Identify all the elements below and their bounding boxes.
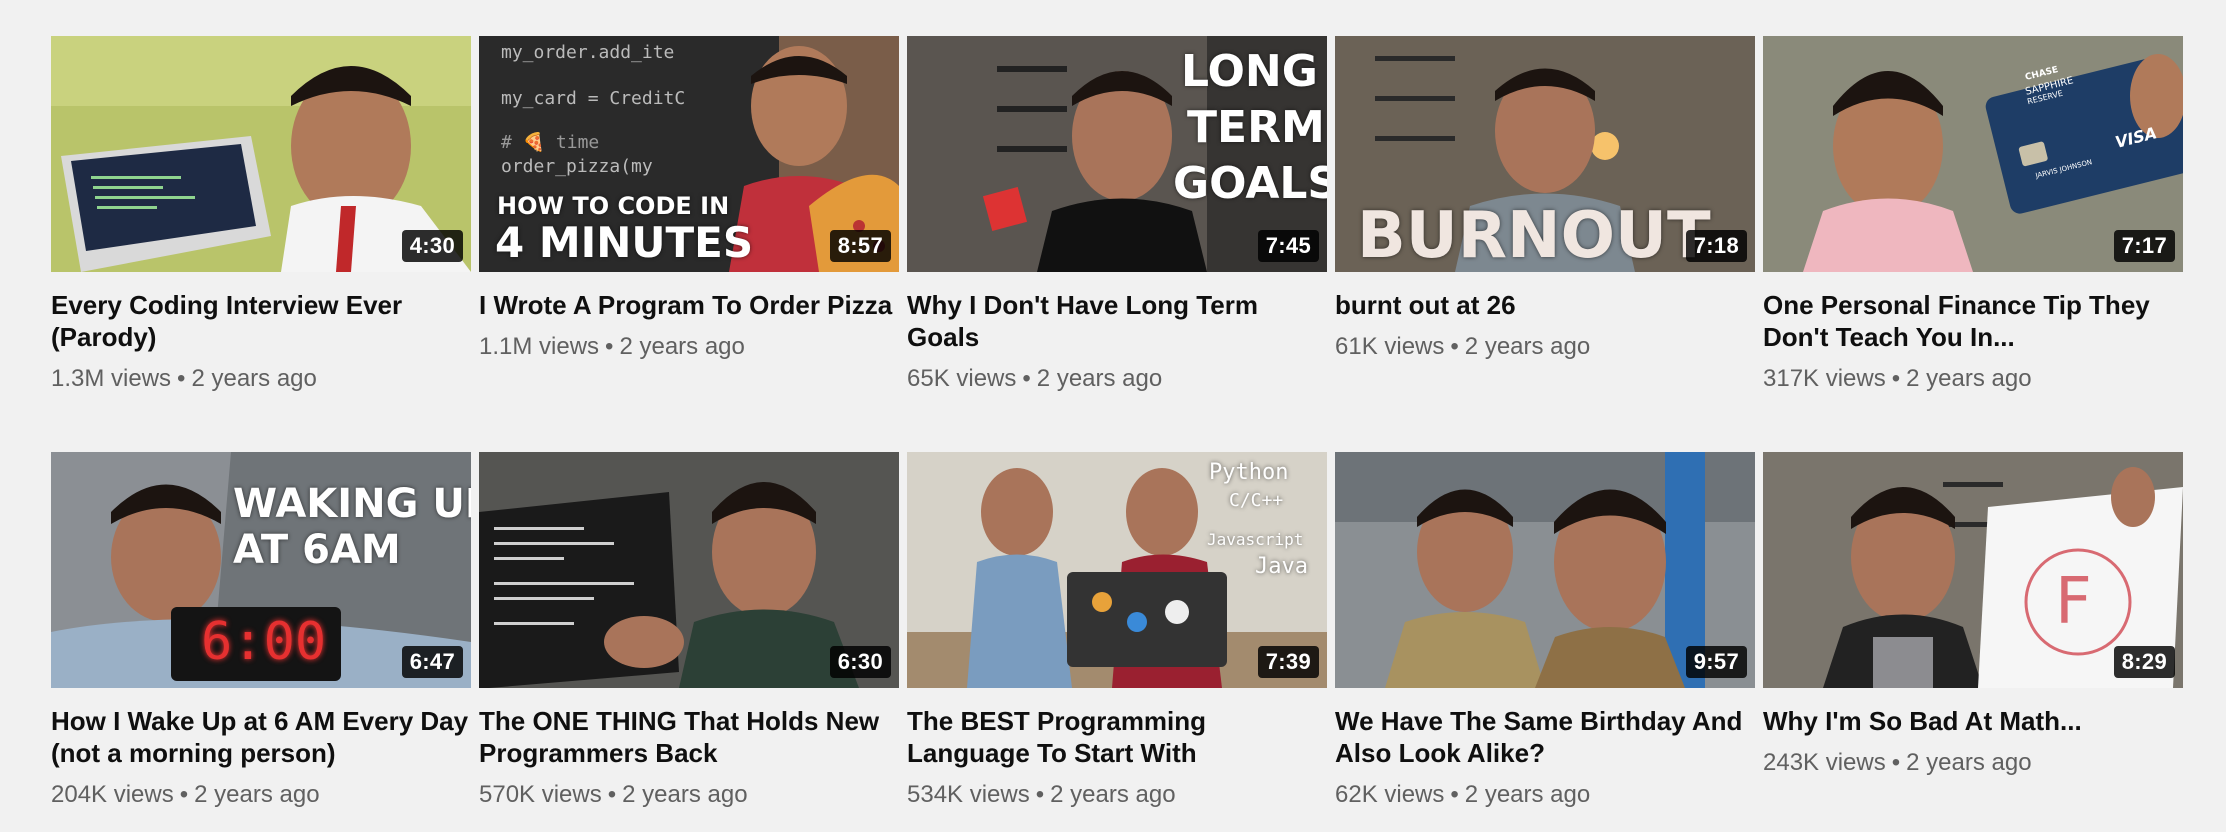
meta-separator: • [1891,365,1901,392]
video-meta: 61K views • 2 years ago [1335,333,1755,361]
view-count: 1.1M views [479,333,600,360]
video-thumbnail[interactable]: BURNOUT 7:18 [1335,36,1755,272]
video-duration: 7:17 [2113,230,2175,262]
upload-age: 2 years ago [194,781,320,808]
overlay-language: Python [1209,460,1289,485]
overlay-code-line: order_pizza(my [501,156,653,177]
overlay-headline: HOW TO CODE IN [497,192,730,220]
video-title[interactable]: I Wrote A Program To Order Pizza [479,289,899,321]
overlay-code-line: my_order.add_ite [501,42,675,63]
video-meta: 65K views • 2 years ago [907,365,1327,393]
video-title[interactable]: The ONE THING That Holds New Programmers… [479,705,899,769]
meta-separator: • [1035,781,1045,808]
video-thumbnail[interactable]: WAKING UP AT 6AM 6:00 6:47 [51,452,471,688]
video-duration: 8:29 [2113,646,2175,678]
video-title[interactable]: One Personal Finance Tip They Don't Teac… [1763,289,2183,353]
meta-separator: • [1022,365,1031,392]
upload-age: 2 years ago [1906,749,2032,776]
overlay-code-line: # 🍕 time [501,132,600,153]
video-title[interactable]: Why I'm So Bad At Math... [1763,705,2183,737]
video-duration: 4:30 [401,230,463,262]
video-title[interactable]: How I Wake Up at 6 AM Every Day (not a m… [51,705,471,769]
view-count: 534K views [907,781,1030,808]
grade-letter: F [2055,565,2092,639]
video-duration: 6:30 [829,646,891,678]
alarm-clock-display: 6:00 [201,612,327,672]
video-thumbnail[interactable]: Python C/C++ Javascript Java 7:39 [907,452,1327,688]
meta-separator: • [1891,749,1901,776]
video-title[interactable]: Every Coding Interview Ever (Parody) [51,289,471,353]
video-thumbnail[interactable]: CHASE SAPPHIRE RESERVE VISA JARVIS JOHNS… [1763,36,2183,272]
meta-separator: • [177,365,186,392]
meta-separator: • [607,781,617,808]
meta-separator: • [605,333,614,360]
view-count: 570K views [479,781,602,808]
upload-age: 2 years ago [1464,781,1591,808]
video-meta: 62K views • 2 years ago [1335,781,1755,809]
overlay-headline: 4 MINUTES [495,218,754,267]
video-card[interactable]: LONG TERM GOALS 7:45 Why I Don't Have Lo… [907,36,1327,416]
video-card[interactable]: Python C/C++ Javascript Java 7:39 The BE… [907,452,1327,832]
video-card[interactable]: CHASE SAPPHIRE RESERVE VISA JARVIS JOHNS… [1763,36,2183,416]
upload-age: 2 years ago [1050,781,1176,808]
video-meta: 1.3M views • 2 years ago [51,365,471,393]
video-meta: 243K views • 2 years ago [1763,749,2183,777]
view-count: 62K views [1335,781,1445,808]
video-grid: 4:30 Every Coding Interview Ever (Parody… [51,36,2183,832]
video-card[interactable]: 6:30 The ONE THING That Holds New Progra… [479,452,899,832]
overlay-language: Javascript [1207,530,1304,549]
video-meta: 534K views • 2 years ago [907,781,1327,809]
upload-age: 2 years ago [191,365,317,392]
upload-age: 2 years ago [1464,333,1591,360]
upload-age: 2 years ago [1906,365,2032,392]
video-card[interactable]: 9:57 We Have The Same Birthday And Also … [1335,452,1755,832]
video-duration: 6:47 [401,646,463,678]
overlay-language: Java [1255,554,1308,579]
upload-age: 2 years ago [622,781,748,808]
overlay-headline: LONG [1181,46,1318,97]
video-card[interactable]: BURNOUT 7:18 burnt out at 26 61K views • 2… [1335,36,1755,416]
video-title[interactable]: Why I Don't Have Long Term Goals [907,289,1327,353]
meta-separator: • [179,781,189,808]
meta-separator: • [1450,781,1459,808]
view-count: 65K views [907,365,1017,392]
video-meta: 1.1M views • 2 years ago [479,333,899,361]
video-duration: 7:18 [1685,230,1747,262]
video-title[interactable]: The BEST Programming Language To Start W… [907,705,1327,769]
overlay-headline: WAKING UP [233,481,471,527]
upload-age: 2 years ago [1036,365,1163,392]
view-count: 204K views [51,781,174,808]
video-meta: 204K views • 2 years ago [51,781,471,809]
video-duration: 8:57 [829,230,891,262]
video-duration: 7:45 [1257,230,1319,262]
video-duration: 9:57 [1685,646,1747,678]
video-duration: 7:39 [1257,646,1319,678]
view-count: 1.3M views [51,365,172,392]
overlay-code-line: my_card = CreditC [501,88,686,109]
overlay-language: C/C++ [1229,490,1284,511]
overlay-headline: BURNOUT [1357,199,1711,272]
overlay-headline: TERM [1187,102,1325,153]
overlay-headline: GOALS [1173,158,1327,209]
video-title[interactable]: burnt out at 26 [1335,289,1755,321]
video-card[interactable]: my_order.add_ite my_card = CreditC # 🍕 t… [479,36,899,416]
video-thumbnail[interactable]: my_order.add_ite my_card = CreditC # 🍕 t… [479,36,899,272]
video-card[interactable]: WAKING UP AT 6AM 6:00 6:47 How I Wake Up… [51,452,471,832]
meta-separator: • [1450,333,1459,360]
video-thumbnail[interactable]: 4:30 [51,36,471,272]
video-title[interactable]: We Have The Same Birthday And Also Look … [1335,705,1755,769]
upload-age: 2 years ago [619,333,745,360]
video-thumbnail[interactable]: F 8:29 [1763,452,2183,688]
overlay-headline: AT 6AM [233,527,401,573]
video-thumbnail[interactable]: 6:30 [479,452,899,688]
video-thumbnail[interactable]: LONG TERM GOALS 7:45 [907,36,1327,272]
video-meta: 317K views • 2 years ago [1763,365,2183,393]
video-thumbnail[interactable]: 9:57 [1335,452,1755,688]
view-count: 317K views [1763,365,1886,392]
view-count: 61K views [1335,333,1445,360]
video-meta: 570K views • 2 years ago [479,781,899,809]
video-card[interactable]: 4:30 Every Coding Interview Ever (Parody… [51,36,471,416]
video-card[interactable]: F 8:29 Why I'm So Bad At Math... 243K vi… [1763,452,2183,832]
view-count: 243K views [1763,749,1886,776]
